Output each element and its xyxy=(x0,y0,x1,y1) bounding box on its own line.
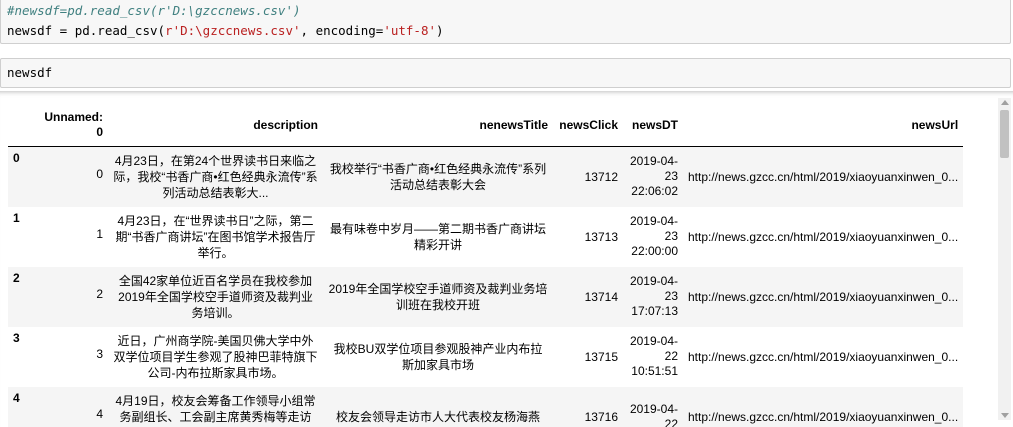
code-encoding-string: 'utf-8' xyxy=(383,23,436,38)
header-description: description xyxy=(108,103,323,147)
click-cell: 13713 xyxy=(584,229,618,244)
description-text: 4月23日，在第24个世界读书日来临之际，我校“书香广商•红色经典永流传”系列活… xyxy=(113,153,318,200)
code-line-read-csv: newsdf = pd.read_csv(r'D:\gzccnews.csv',… xyxy=(7,21,1004,41)
row-index: 4 4 xyxy=(8,387,108,427)
unnamed-value: 2 xyxy=(96,286,103,301)
row-index-label: 1 xyxy=(13,210,20,225)
unnamed-value: 1 xyxy=(96,226,103,241)
code-comment-line: #newsdf=pd.read_csv(r'D:\gzccnews.csv') xyxy=(7,3,301,18)
row-index-label: 0 xyxy=(13,151,20,165)
unnamed-value: 3 xyxy=(96,346,103,361)
row-index-label: 4 xyxy=(13,390,20,405)
click-cell: 13712 xyxy=(584,169,618,184)
description-cell: 近日，广州商学院-美国贝佛大学中外双学位项目学生参观了股神巴菲特旗下公司-内布拉… xyxy=(108,327,323,387)
url-cell: http://news.gzcc.cn/html/2019/xiaoyuanxi… xyxy=(688,409,959,424)
scroll-thumb[interactable] xyxy=(1000,110,1009,158)
title-text: 最有味卷中岁月——第二期书香广商讲坛精彩开讲 xyxy=(329,221,546,252)
code-newsdf-text: newsdf xyxy=(7,65,53,80)
title-text: 我校BU双学位项目参观股神产业内布拉斯加家具市场 xyxy=(333,341,543,372)
datetime-cell: 2019-04-23 17:07:13 xyxy=(629,274,678,318)
title-cell: 2019年全国学校空手道师资及裁判业务培训班在我校开班 xyxy=(323,267,553,327)
title-cell: 最有味卷中岁月——第二期书香广商讲坛精彩开讲 xyxy=(323,207,553,267)
header-unnamed: Unnamed: 0 xyxy=(8,103,108,147)
code-suffix: ) xyxy=(436,23,444,38)
title-text: 校友会领导走访市人大代表校友杨海燕 xyxy=(335,409,540,424)
datetime-cell: 2019-04-22 10:51:51 xyxy=(629,334,678,378)
url-cell: http://news.gzcc.cn/html/2019/xiaoyuanxi… xyxy=(688,289,959,304)
header-title: nenewsTitle xyxy=(323,103,553,147)
table-row: 2 2 全国42家单位近百名学员在我校参加2019年全国学校空手道师资及裁判业务… xyxy=(8,266,964,327)
description-cell: 全国42家单位近百名学员在我校参加2019年全国学校空手道师资及裁判业务培训。 xyxy=(108,267,323,327)
click-cell: 13714 xyxy=(584,289,618,304)
description-text: 4月19日，校友会筹备工作领导小组常务副组长、工会副主席黄秀梅等走访2006 xyxy=(115,393,316,427)
title-text: 2019年全国学校空手道师资及裁判业务培训班在我校开班 xyxy=(328,281,548,312)
code-prefix: newsdf = pd.read_csv( xyxy=(7,23,166,38)
table-row: 4 4 4月19日，校友会筹备工作领导小组常务副组长、工会副主席黄秀梅等走访20… xyxy=(8,386,964,427)
code-cell-read-csv[interactable]: #newsdf=pd.read_csv(r'D:\gzccnews.csv') … xyxy=(0,0,1011,44)
vertical-scrollbar[interactable] xyxy=(998,98,1011,420)
code-middle: , encoding= xyxy=(300,23,384,38)
table-row: 3 3 近日，广州商学院-美国贝佛大学中外双学位项目学生参观了股神巴菲特旗下公司… xyxy=(8,326,964,387)
description-cell: 4月23日，在“世界读书日”之际，第二期“书香广商讲坛”在图书馆学术报告厅举行。 xyxy=(108,207,323,267)
datetime-cell: 2019-04-23 22:00:00 xyxy=(629,214,678,258)
unnamed-value: 0 xyxy=(96,167,103,181)
header-url: newsUrl xyxy=(683,103,964,147)
dataframe-table: Unnamed: 0 description nenewsTitle newsC… xyxy=(8,103,964,427)
row-index-label: 2 xyxy=(13,270,20,285)
click-cell: 13715 xyxy=(584,349,618,364)
header-dt: newsDT xyxy=(623,103,683,147)
description-text: 近日，广州商学院-美国贝佛大学中外双学位项目学生参观了股神巴菲特旗下公司-内布拉… xyxy=(113,333,318,380)
click-cell: 13716 xyxy=(584,409,618,424)
url-cell: http://news.gzcc.cn/html/2019/xiaoyuanxi… xyxy=(688,169,959,184)
code-path-string: r'D:\gzccnews.csv' xyxy=(165,23,301,38)
title-cell: 我校举行“书香广商•红色经典永流传”系列活动总结表彰大会 xyxy=(323,147,553,207)
url-cell: http://news.gzcc.cn/html/2019/xiaoyuanxi… xyxy=(688,349,959,364)
datetime-cell: 2019-04-22 xyxy=(629,401,678,427)
scroll-up-icon[interactable] xyxy=(1001,100,1009,105)
table-row: 1 1 4月23日，在“世界读书日”之际，第二期“书香广商讲坛”在图书馆学术报告… xyxy=(8,206,964,267)
datetime-cell: 2019-04-23 22:06:02 xyxy=(629,154,678,199)
description-cell: 4月23日，在第24个世界读书日来临之际，我校“书香广商•红色经典永流传”系列活… xyxy=(108,147,323,207)
row-index-label: 3 xyxy=(13,330,20,345)
description-text: 全国42家单位近百名学员在我校参加2019年全国学校空手道师资及裁判业务培训。 xyxy=(118,273,313,320)
description-cell: 4月19日，校友会筹备工作领导小组常务副组长、工会副主席黄秀梅等走访2006 xyxy=(108,387,323,427)
title-cell: 校友会领导走访市人大代表校友杨海燕 xyxy=(323,387,553,427)
title-text: 我校举行“书香广商•红色经典永流传”系列活动总结表彰大会 xyxy=(329,161,547,192)
title-cell: 我校BU双学位项目参观股神产业内布拉斯加家具市场 xyxy=(323,327,553,387)
row-index: 2 2 xyxy=(8,267,108,327)
url-cell: http://news.gzcc.cn/html/2019/xiaoyuanxi… xyxy=(688,229,959,244)
code-cell-newsdf[interactable]: newsdf xyxy=(0,58,1011,88)
table-row: 0 0 4月23日，在第24个世界读书日来临之际，我校“书香广商•红色经典永流传… xyxy=(8,146,964,207)
scroll-down-icon[interactable] xyxy=(1001,413,1009,418)
description-text: 4月23日，在“世界读书日”之际，第二期“书香广商讲坛”在图书馆学术报告厅举行。 xyxy=(115,213,316,260)
row-index: 1 1 xyxy=(8,207,108,267)
output-area: Unnamed: 0 description nenewsTitle newsC… xyxy=(0,91,1013,427)
unnamed-value: 4 xyxy=(96,406,103,421)
header-click: newsClick xyxy=(553,103,623,147)
table-header-row: Unnamed: 0 description nenewsTitle newsC… xyxy=(8,103,964,147)
row-index: 3 3 xyxy=(8,327,108,387)
row-index: 0 0 xyxy=(8,147,108,207)
